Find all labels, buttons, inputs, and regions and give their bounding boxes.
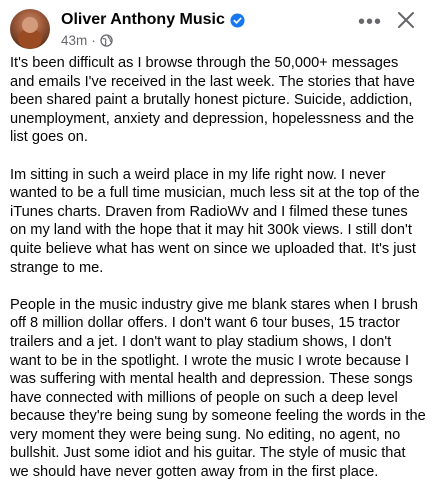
more-options-button[interactable]: ••• bbox=[356, 10, 384, 34]
meta-separator: · bbox=[91, 32, 96, 48]
more-options-icon: ••• bbox=[357, 11, 382, 33]
post-timestamp[interactable]: 43m bbox=[61, 33, 87, 48]
post-paragraph-1: It's been difficult as I browse through … bbox=[10, 55, 415, 146]
post-paragraph-2: Im sitting in such a weird place in my l… bbox=[10, 166, 420, 276]
author-name[interactable]: Oliver Anthony Music bbox=[61, 11, 225, 29]
avatar-face bbox=[22, 17, 38, 33]
author-name-row: Oliver Anthony Music bbox=[61, 10, 245, 30]
post-paragraph-3: People in the music industry give me bla… bbox=[10, 296, 426, 481]
post-meta: 43m · bbox=[61, 32, 113, 48]
globe-icon[interactable] bbox=[100, 33, 113, 47]
post-card: Oliver Anthony Music 43m · ••• It's been… bbox=[0, 0, 432, 500]
close-icon bbox=[397, 11, 415, 34]
post-header: Oliver Anthony Music 43m · ••• bbox=[10, 8, 422, 50]
author-avatar[interactable] bbox=[10, 9, 50, 49]
close-button[interactable] bbox=[392, 8, 420, 36]
post-body: It's been difficult as I browse through … bbox=[10, 54, 426, 500]
verified-badge-icon bbox=[230, 12, 245, 28]
